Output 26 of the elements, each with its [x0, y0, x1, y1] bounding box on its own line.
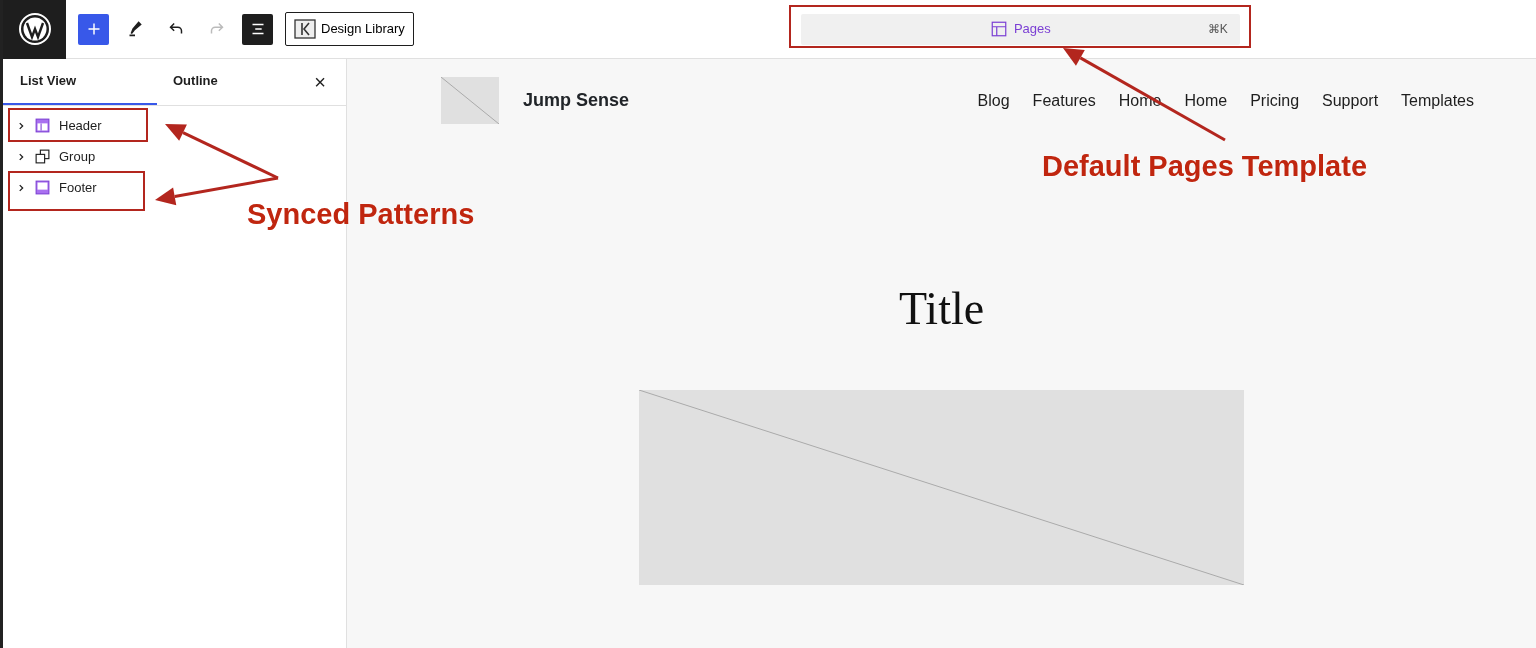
wordpress-logo[interactable]: [3, 0, 66, 59]
footer-icon: [34, 179, 51, 196]
library-logo-icon: [294, 19, 316, 39]
annotation-label: Default Pages Template: [1042, 149, 1367, 184]
list-view-item[interactable]: Group: [3, 141, 343, 172]
sidebar-tab[interactable]: List View: [3, 59, 157, 105]
sidebar-tab[interactable]: Outline: [157, 59, 277, 105]
header-icon: [34, 117, 51, 134]
image-placeholder: [441, 77, 499, 124]
command-bar[interactable]: Pages ⌘K: [800, 13, 1240, 45]
nav-link[interactable]: Support: [1322, 88, 1379, 113]
design-library-button[interactable]: Design Library: [285, 12, 414, 46]
page-title: Title: [898, 282, 985, 336]
add-block-button[interactable]: [78, 13, 109, 45]
close-button[interactable]: ×: [308, 71, 332, 93]
nav-link[interactable]: Templates: [1401, 88, 1474, 113]
nav-link[interactable]: Home: [1184, 88, 1228, 113]
site-title: Jump Sense: [523, 89, 630, 112]
nav-link[interactable]: Pricing: [1250, 88, 1300, 113]
shortcut-hint: ⌘K: [1207, 21, 1228, 38]
nav-link[interactable]: Features: [1032, 88, 1096, 113]
nav-link[interactable]: Blog: [977, 88, 1010, 113]
group-icon: [34, 148, 51, 165]
annotation-label: Synced Patterns: [247, 197, 475, 232]
layout-icon: [989, 20, 1008, 38]
list-view-button[interactable]: [242, 13, 273, 45]
